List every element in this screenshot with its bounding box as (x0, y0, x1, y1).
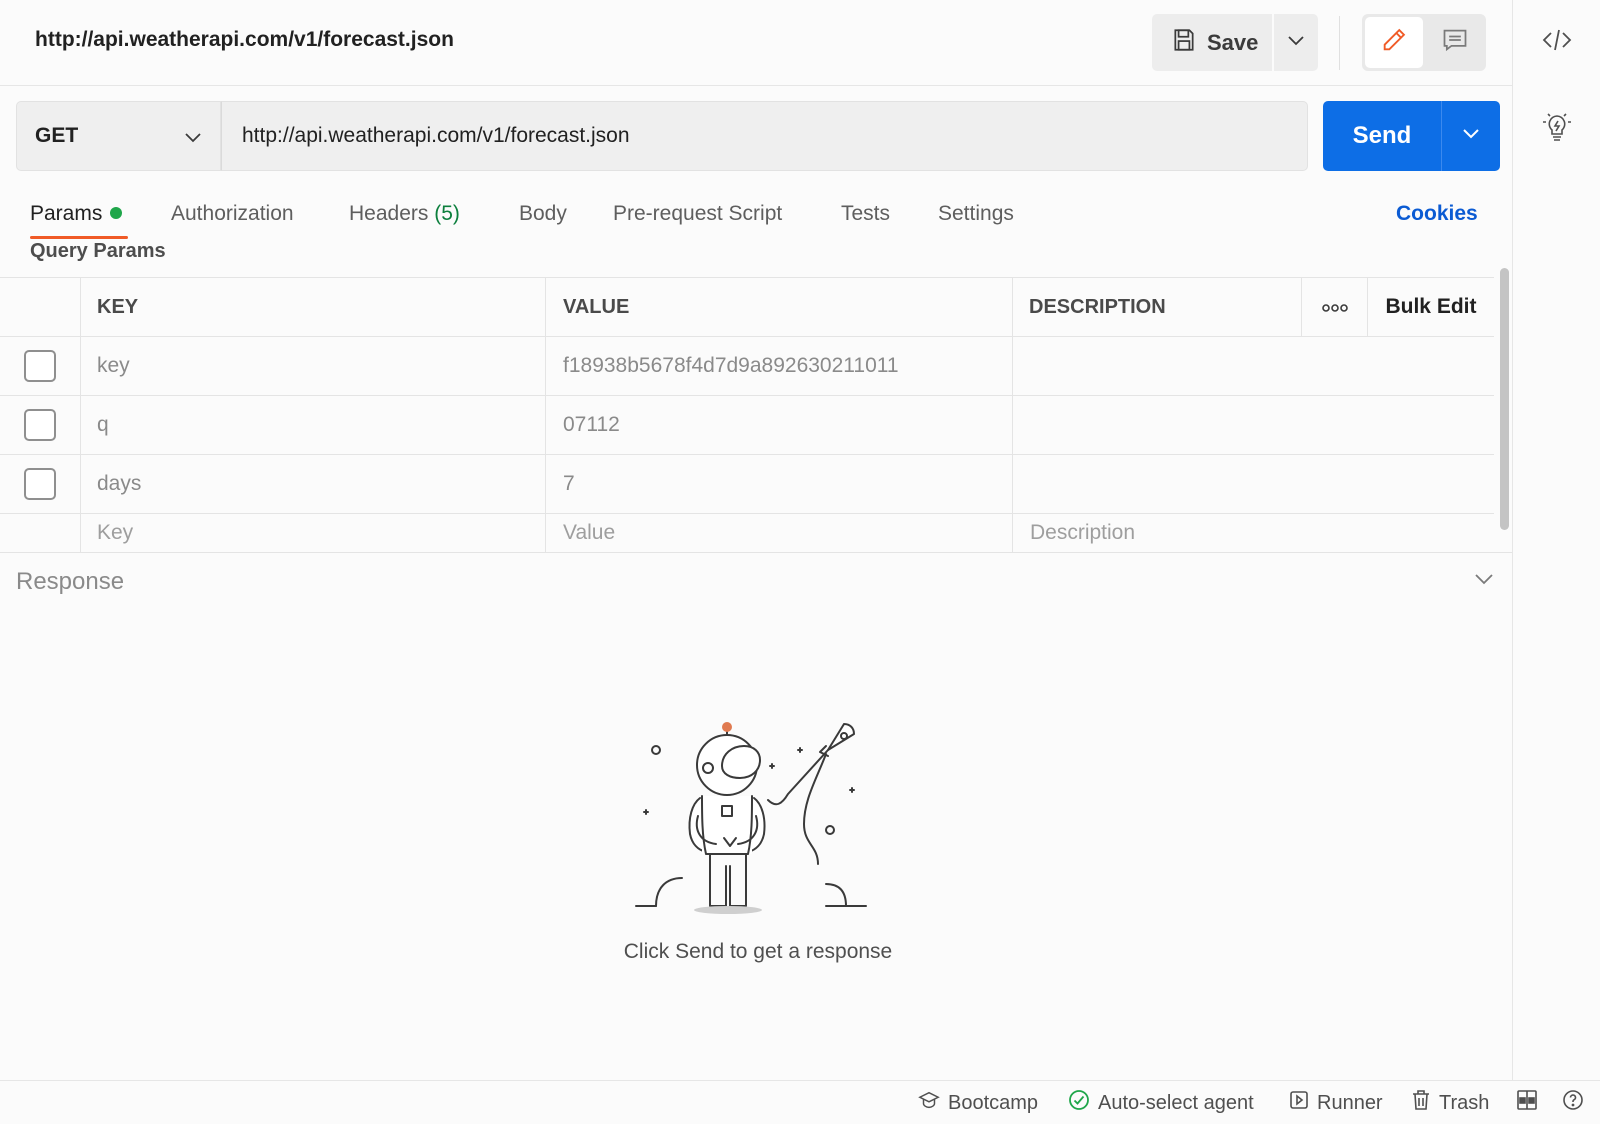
header-checkbox-cell (0, 278, 81, 336)
status-bar: Bootcamp Auto-select agent Runner Trash (0, 1080, 1600, 1124)
method-select[interactable]: GET (16, 101, 221, 171)
column-header-key: KEY (81, 278, 546, 336)
check-circle-icon (1068, 1089, 1090, 1117)
request-tabs: Params Authorization Headers (5) Body Pr… (0, 196, 1512, 240)
bootcamp-icon (918, 1090, 940, 1116)
send-button[interactable]: Send (1323, 101, 1441, 171)
row-checkbox-cell (0, 396, 81, 454)
table-row: q 07112 (0, 396, 1494, 455)
query-params-title: Query Params (30, 240, 166, 262)
help-button[interactable] (1562, 1081, 1584, 1124)
param-description[interactable] (1013, 337, 1494, 395)
param-value[interactable]: 7 (546, 455, 1013, 513)
tab-headers[interactable]: Headers (5) (349, 202, 460, 226)
more-icon (1321, 296, 1349, 319)
agent-label: Auto-select agent (1098, 1091, 1254, 1114)
table-header-row: KEY VALUE DESCRIPTION Bulk Edit (0, 278, 1494, 337)
agent-select-button[interactable]: Auto-select agent (1068, 1081, 1254, 1124)
chevron-down-icon (1462, 127, 1480, 145)
request-title[interactable]: http://api.weatherapi.com/v1/forecast.js… (35, 28, 454, 52)
code-icon (1542, 27, 1572, 58)
comment-mode-button[interactable] (1426, 17, 1483, 68)
param-description[interactable] (1013, 455, 1494, 513)
request-header: http://api.weatherapi.com/v1/forecast.js… (0, 0, 1512, 86)
tab-body[interactable]: Body (519, 202, 567, 226)
query-params-table: KEY VALUE DESCRIPTION Bulk Edit key f189… (0, 277, 1494, 552)
response-title: Response (16, 568, 125, 595)
layout-toggle-button[interactable] (1516, 1081, 1538, 1124)
trash-label: Trash (1439, 1091, 1490, 1114)
params-scrollbar[interactable] (1500, 268, 1509, 530)
table-row: days 7 (0, 455, 1494, 514)
runner-icon (1289, 1090, 1309, 1116)
bootcamp-button[interactable]: Bootcamp (918, 1081, 1038, 1124)
param-description[interactable] (1013, 396, 1494, 454)
tab-label: Params (30, 202, 103, 225)
param-value[interactable]: 07112 (546, 396, 1013, 454)
edit-mode-button[interactable] (1365, 17, 1423, 68)
row-checkbox[interactable] (24, 350, 56, 382)
new-description-input[interactable]: Description (1013, 514, 1494, 552)
chevron-down-icon (184, 126, 202, 150)
runner-label: Runner (1317, 1091, 1383, 1114)
mode-toggle (1362, 14, 1486, 71)
table-row-new: Key Value Description (0, 514, 1494, 552)
tab-pre-request-script[interactable]: Pre-request Script (613, 202, 782, 226)
tab-authorization[interactable]: Authorization (171, 202, 294, 226)
row-checkbox[interactable] (24, 409, 56, 441)
param-key[interactable]: days (81, 455, 546, 513)
row-checkbox-cell (0, 455, 81, 513)
save-label: Save (1207, 29, 1259, 55)
divider (1339, 16, 1340, 70)
chevron-down-icon (1287, 34, 1305, 52)
layout-icon (1516, 1089, 1538, 1117)
save-button[interactable]: Save (1152, 14, 1272, 71)
url-input[interactable]: http://api.weatherapi.com/v1/forecast.js… (221, 101, 1308, 171)
tab-params[interactable]: Params (30, 202, 123, 226)
lightbulb-icon (1542, 110, 1572, 147)
code-snippet-button[interactable] (1539, 24, 1575, 60)
app-window: http://api.weatherapi.com/v1/forecast.js… (0, 0, 1600, 1124)
params-active-dot (110, 207, 123, 219)
save-options-button[interactable] (1274, 14, 1318, 71)
row-checkbox-cell (0, 337, 81, 395)
chevron-down-icon (1474, 572, 1494, 589)
collapse-response-button[interactable] (1474, 572, 1494, 590)
param-key[interactable]: q (81, 396, 546, 454)
comment-icon (1441, 26, 1469, 59)
trash-icon (1411, 1089, 1431, 1117)
row-checkbox-cell (0, 514, 81, 552)
method-label: GET (35, 124, 79, 147)
new-key-input[interactable]: Key (81, 514, 546, 552)
headers-count: (5) (434, 202, 460, 225)
save-icon (1171, 27, 1197, 59)
empty-response-message: Click Send to get a response (623, 940, 893, 963)
suggestions-button[interactable] (1539, 110, 1575, 146)
row-checkbox[interactable] (24, 468, 56, 500)
param-key[interactable]: key (81, 337, 546, 395)
tab-label: Headers (349, 202, 429, 225)
bulk-edit-button[interactable]: Bulk Edit (1368, 278, 1494, 336)
active-tab-indicator (30, 236, 128, 239)
send-options-button[interactable] (1441, 101, 1500, 171)
help-icon (1562, 1089, 1584, 1117)
pencil-icon (1380, 26, 1408, 59)
table-row: key f18938b5678f4d7d9a892630211011 (0, 337, 1494, 396)
cookies-link[interactable]: Cookies (1396, 202, 1478, 226)
trash-button[interactable]: Trash (1411, 1081, 1489, 1124)
column-header-description: DESCRIPTION (1013, 278, 1302, 336)
astronaut-illustration (630, 720, 890, 935)
runner-button[interactable]: Runner (1289, 1081, 1383, 1124)
bootcamp-label: Bootcamp (948, 1091, 1039, 1114)
tab-tests[interactable]: Tests (841, 202, 890, 226)
response-divider[interactable] (0, 552, 1512, 553)
tab-settings[interactable]: Settings (938, 202, 1014, 226)
column-header-value: VALUE (546, 278, 1013, 336)
new-value-input[interactable]: Value (546, 514, 1013, 552)
right-sidebar (1512, 0, 1600, 1080)
param-value[interactable]: f18938b5678f4d7d9a892630211011 (546, 337, 1013, 395)
column-options-button[interactable] (1302, 278, 1368, 336)
